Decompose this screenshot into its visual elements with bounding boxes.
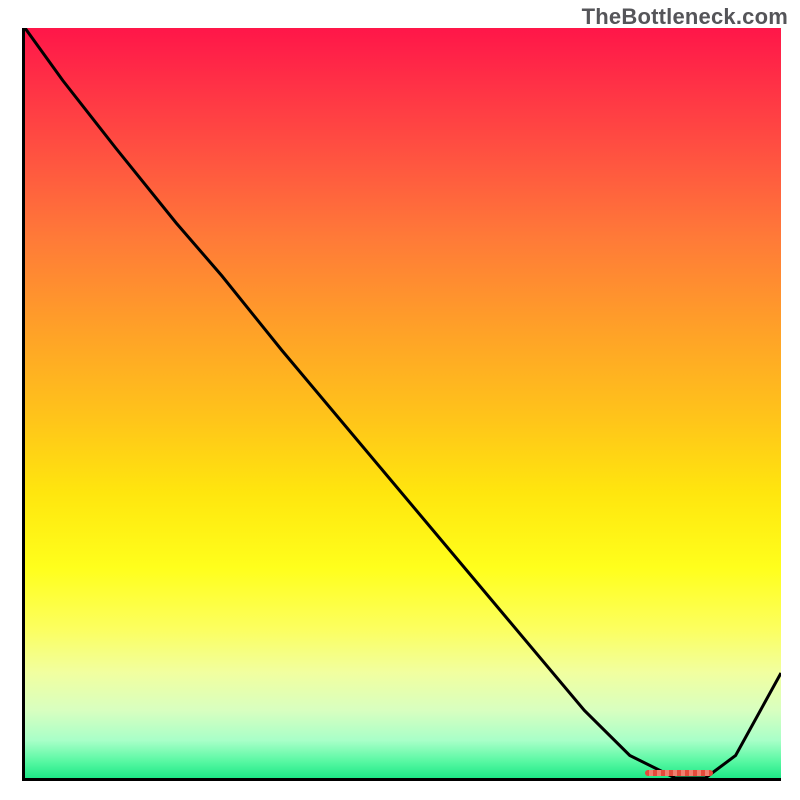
bottleneck-curve bbox=[25, 28, 781, 778]
curve-path bbox=[25, 28, 781, 778]
chart-stage: TheBottleneck.com bbox=[0, 0, 800, 800]
watermark-label: TheBottleneck.com bbox=[582, 4, 788, 30]
optimal-region-strip bbox=[645, 770, 713, 776]
plot-area bbox=[22, 28, 781, 781]
